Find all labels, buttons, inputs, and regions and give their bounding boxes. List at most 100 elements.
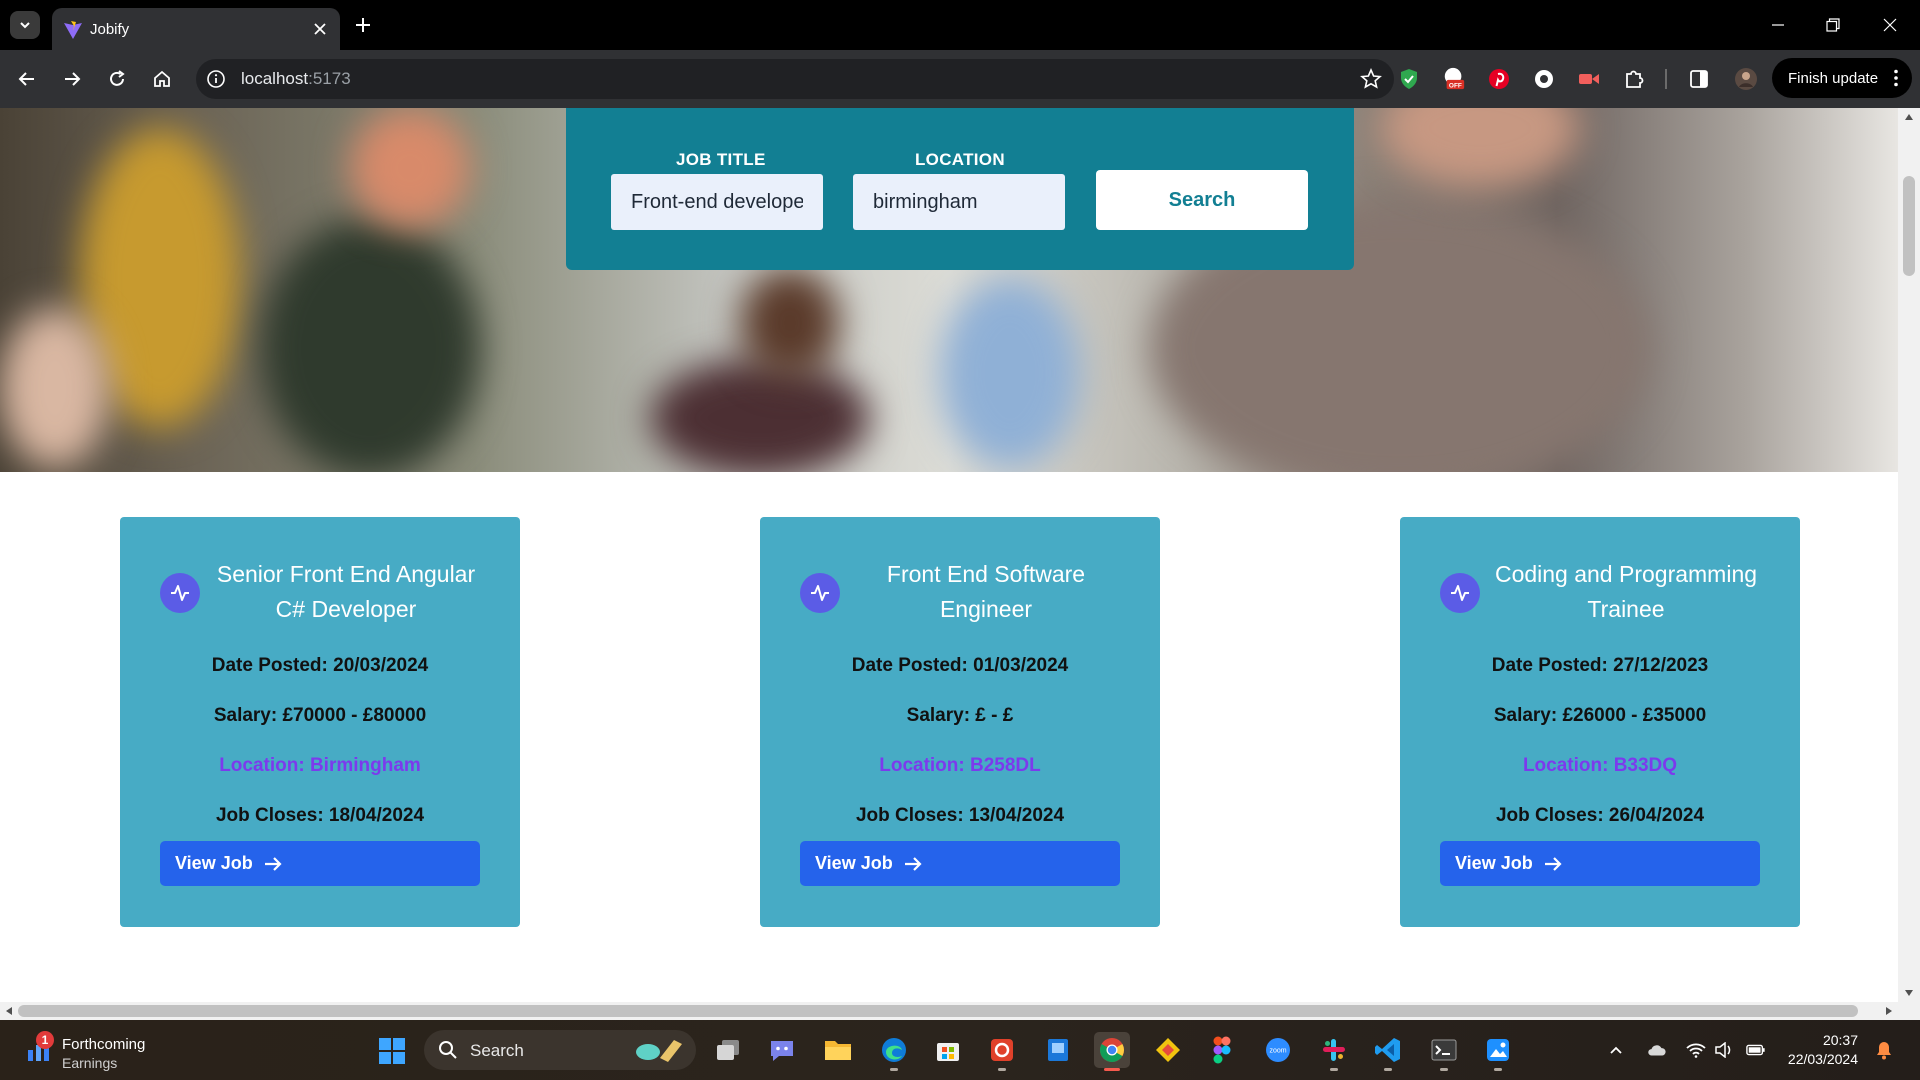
restore-button[interactable] <box>1811 10 1855 40</box>
hero-blur-shape <box>940 278 1080 468</box>
extension-circle-icon[interactable] <box>1532 67 1556 91</box>
widget-title: Forthcoming <box>62 1036 146 1053</box>
browser-tab-jobify[interactable]: Jobify <box>52 8 340 50</box>
app-indicator <box>1440 1068 1448 1071</box>
extension-adblock-icon[interactable]: OFF <box>1442 67 1466 91</box>
location-label: LOCATION <box>915 150 1005 169</box>
finish-update-button[interactable]: Finish update <box>1772 58 1912 98</box>
vscode-glyph <box>1375 1038 1400 1062</box>
scroll-up-arrow-icon[interactable] <box>1902 110 1916 124</box>
slack-icon[interactable] <box>1316 1032 1352 1071</box>
triangle-down-icon <box>1905 990 1913 996</box>
info-icon[interactable] <box>206 69 226 89</box>
profile-avatar[interactable] <box>1734 67 1758 91</box>
notification-bell-icon[interactable] <box>1874 1040 1894 1060</box>
battery-icon[interactable] <box>1746 1040 1766 1060</box>
news-widget[interactable]: 1 Forthcoming Earnings <box>24 1029 224 1073</box>
volume-icon[interactable] <box>1714 1040 1734 1060</box>
chevron-up-icon[interactable] <box>1606 1040 1626 1060</box>
job-salary: Salary: £26000 - £35000 <box>1493 705 1707 726</box>
view-job-button[interactable]: View Job <box>1440 841 1760 886</box>
view-job-label: View Job <box>1455 853 1533 873</box>
scroll-down-arrow-icon[interactable] <box>1902 986 1916 1000</box>
vertical-scrollbar[interactable] <box>1898 108 1920 1002</box>
task-view-icon[interactable] <box>710 1032 746 1068</box>
onedrive-cloud-icon[interactable] <box>1646 1040 1666 1060</box>
scroll-right-arrow-icon[interactable] <box>1882 1004 1896 1018</box>
more-vertical-icon <box>1894 69 1898 87</box>
taskbar-search-box[interactable]: Search <box>424 1030 696 1070</box>
taskbar-clock[interactable]: 20:37 22/03/2024 <box>1776 1031 1858 1069</box>
tab-close-button[interactable] <box>310 19 330 39</box>
search-button[interactable]: Search <box>1096 170 1308 230</box>
figma-glyph <box>1213 1036 1231 1064</box>
job-date-posted: Date Posted: 27/12/2023 <box>1491 655 1709 676</box>
pulse-line-glyph <box>171 585 189 601</box>
chrome-browser-icon[interactable] <box>1094 1032 1130 1071</box>
slack-glyph <box>1323 1039 1345 1061</box>
extension-shield-icon[interactable] <box>1397 67 1421 91</box>
new-tab-button[interactable] <box>350 12 376 38</box>
windows-start-icon[interactable] <box>378 1037 406 1065</box>
view-job-button[interactable]: View Job <box>160 841 480 886</box>
side-panel-button[interactable] <box>1687 67 1711 91</box>
edge-browser-icon[interactable] <box>876 1032 912 1071</box>
activity-pulse-icon <box>1440 573 1480 613</box>
location-input[interactable] <box>853 174 1065 230</box>
blue-app-icon[interactable] <box>1040 1032 1076 1068</box>
job-closes: Job Closes: 26/04/2024 <box>1495 805 1705 826</box>
task-view-glyph <box>717 1040 739 1060</box>
arrow-left-icon <box>18 72 34 86</box>
plus-icon <box>356 18 370 32</box>
arrow-right-icon <box>1544 856 1562 871</box>
forward-button[interactable] <box>57 64 87 94</box>
url-port: :5173 <box>308 69 351 88</box>
video-record-icon <box>1579 74 1599 84</box>
close-icon <box>314 23 326 35</box>
vertical-scroll-thumb[interactable] <box>1903 176 1915 276</box>
store-glyph <box>937 1043 959 1061</box>
close-window-button[interactable] <box>1868 10 1912 40</box>
svg-text:OFF: OFF <box>1449 82 1462 89</box>
photos-icon[interactable] <box>1480 1032 1516 1071</box>
vscode-icon[interactable] <box>1370 1032 1406 1071</box>
teams-chat-icon[interactable] <box>764 1032 800 1068</box>
extension-video-icon[interactable] <box>1577 67 1601 91</box>
view-job-label: View Job <box>175 853 253 873</box>
url-host: localhost <box>241 69 309 88</box>
back-button[interactable] <box>12 64 42 94</box>
chat-glyph <box>771 1041 793 1061</box>
speaker-glyph <box>1715 1042 1731 1058</box>
star-bookmark-icon[interactable] <box>1360 68 1382 90</box>
job-date-posted: Date Posted: 20/03/2024 <box>211 655 429 676</box>
search-icon <box>439 1041 457 1059</box>
chevron-up-glyph <box>1610 1046 1622 1054</box>
job-title-input[interactable] <box>611 174 823 230</box>
job-location: Location: B258DL <box>879 755 1041 776</box>
file-explorer-icon[interactable] <box>820 1032 856 1068</box>
extension-pinterest-icon[interactable] <box>1487 67 1511 91</box>
wifi-icon[interactable] <box>1686 1040 1706 1060</box>
hero-blur-shape <box>260 218 480 472</box>
triangle-left-icon <box>6 1007 12 1015</box>
reload-button[interactable] <box>102 64 132 94</box>
home-button[interactable] <box>147 64 177 94</box>
minimize-button[interactable] <box>1756 10 1800 40</box>
microsoft-store-icon[interactable] <box>930 1032 966 1068</box>
figma-icon[interactable] <box>1204 1032 1240 1068</box>
red-gear-app-icon[interactable] <box>984 1032 1020 1071</box>
arrow-right-icon <box>65 72 81 86</box>
extensions-menu-button[interactable] <box>1622 67 1646 91</box>
tab-search-button[interactable] <box>10 11 40 39</box>
terminal-glyph <box>1431 1039 1457 1061</box>
address-bar[interactable]: localhost:5173 <box>196 59 1394 99</box>
git-app-icon[interactable] <box>1150 1032 1186 1068</box>
zoom-icon[interactable]: zoom <box>1260 1032 1296 1068</box>
horizontal-scrollbar[interactable] <box>0 1002 1898 1020</box>
view-job-button[interactable]: View Job <box>800 841 1120 886</box>
terminal-icon[interactable] <box>1426 1032 1462 1071</box>
scroll-left-arrow-icon[interactable] <box>2 1004 16 1018</box>
home-icon <box>154 70 170 87</box>
horizontal-scroll-thumb[interactable] <box>18 1005 1858 1017</box>
chrome-glyph <box>1099 1038 1124 1063</box>
